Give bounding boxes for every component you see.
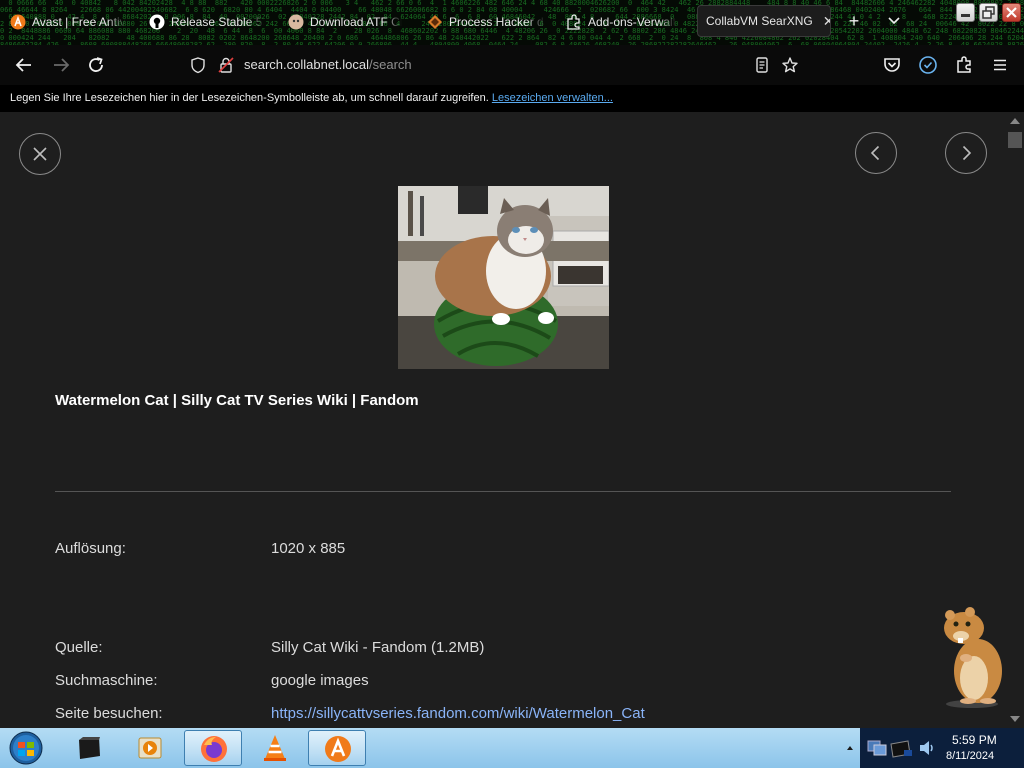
- tab-strip: 0 0666 66 40 0 40842 8 042 84202428 4 8 …: [0, 0, 1024, 45]
- url-text: search.collabnet.local/search: [244, 57, 412, 72]
- result-title[interactable]: Watermelon Cat | Silly Cat TV Series Wik…: [55, 392, 419, 409]
- insecure-lock-icon[interactable]: [217, 56, 235, 74]
- tab-github[interactable]: Release Stable 53: [149, 7, 264, 37]
- back-icon[interactable]: [12, 53, 36, 77]
- bookmark-star-icon[interactable]: [781, 56, 799, 74]
- detail-label-source: Quelle:: [55, 639, 103, 656]
- forward-icon[interactable]: [49, 53, 73, 77]
- system-tray: [860, 728, 1024, 768]
- manage-bookmarks-link[interactable]: Lesezeichen verwalten...: [492, 92, 613, 104]
- window-close-button[interactable]: [1002, 3, 1021, 22]
- reader-view-icon[interactable]: [753, 56, 771, 74]
- process-hacker-icon: [428, 15, 442, 29]
- scroll-up-icon[interactable]: [1010, 118, 1020, 124]
- taskbar-vlc[interactable]: [246, 730, 304, 766]
- taskbar-firefox[interactable]: [184, 730, 242, 766]
- restore-button[interactable]: [979, 3, 998, 22]
- clock-date[interactable]: 8/11/2024: [946, 750, 994, 762]
- tab-avast[interactable]: Avast | Free Antiv: [10, 7, 128, 37]
- tab-label: Download ATF Cl: [310, 15, 403, 29]
- extensions-icon[interactable]: [953, 53, 977, 77]
- result-image[interactable]: [398, 186, 609, 369]
- detail-value-source: Silly Cat Wiki - Fandom (1.2MB): [271, 639, 485, 656]
- taskbar: 5:59 PM 8/11/2024: [0, 728, 1024, 768]
- tab-label: Process Hacker di: [449, 15, 545, 29]
- detail-label-engine: Suchmaschine:: [55, 672, 158, 689]
- bookmarks-message-text: Legen Sie Ihre Lesezeichen hier in der L…: [10, 92, 489, 104]
- shield-icon[interactable]: [189, 56, 207, 74]
- firefox-icon: [201, 736, 227, 762]
- atf-icon: [288, 14, 304, 30]
- close-detail-button[interactable]: [19, 133, 61, 175]
- pocket-icon[interactable]: [880, 53, 904, 77]
- bookmarks-toolbar: Legen Sie Ihre Lesezeichen hier in der L…: [0, 85, 1024, 112]
- tab-process-hacker[interactable]: Process Hacker di: [427, 7, 545, 37]
- vertical-scrollbar[interactable]: [1006, 112, 1024, 728]
- previous-result-button[interactable]: [855, 132, 897, 174]
- reload-icon[interactable]: [84, 53, 108, 77]
- bookmarks-empty-message: Legen Sie Ihre Lesezeichen hier in der L…: [10, 92, 613, 104]
- clock-time[interactable]: 5:59 PM: [952, 733, 997, 747]
- chevron-left-icon: [870, 145, 880, 161]
- avast-icon: [10, 14, 26, 30]
- device-icon[interactable]: [888, 736, 914, 760]
- next-result-button[interactable]: [945, 132, 987, 174]
- url-host: search.collabnet.local: [244, 57, 370, 72]
- hamster-mascot: [944, 607, 1002, 708]
- menu-icon[interactable]: [988, 53, 1012, 77]
- minimize-button[interactable]: [956, 3, 975, 22]
- start-orb-icon[interactable]: [7, 731, 45, 765]
- account-check-icon[interactable]: [916, 53, 940, 77]
- new-tab-icon[interactable]: +: [843, 10, 865, 32]
- detail-value-resolution: 1020 x 885: [271, 540, 346, 557]
- scroll-down-icon[interactable]: [1010, 716, 1020, 722]
- url-path: /search: [369, 57, 412, 72]
- taskbar-terminal[interactable]: [60, 730, 118, 766]
- show-hidden-icons-icon[interactable]: [845, 743, 855, 753]
- tab-close-icon[interactable]: ✕: [823, 13, 830, 30]
- scrollbar-thumb[interactable]: [1008, 132, 1022, 148]
- chevron-right-icon: [962, 145, 972, 161]
- github-icon: [149, 14, 165, 30]
- list-all-tabs-icon[interactable]: [883, 10, 905, 32]
- page-content: Watermelon Cat | Silly Cat TV Series Wik…: [0, 112, 1006, 728]
- avast-taskbar-icon: [325, 736, 351, 762]
- terminal-icon: [79, 737, 100, 759]
- detail-label-visit: Seite besuchen:: [55, 705, 163, 722]
- navigation-toolbar: search.collabnet.local/search: [0, 45, 1024, 85]
- detail-label-resolution: Auflösung:: [55, 540, 126, 557]
- puzzle-icon: [567, 14, 580, 30]
- tab-label: Avast | Free Antiv: [32, 15, 126, 29]
- close-icon: [33, 147, 47, 161]
- visit-page-link[interactable]: https://sillycattvseries.fandom.com/wiki…: [271, 705, 645, 722]
- detail-value-engine: google images: [271, 672, 369, 689]
- network-icon[interactable]: [866, 737, 888, 759]
- taskbar-media-player[interactable]: [121, 730, 179, 766]
- speaker-icon[interactable]: [917, 738, 935, 758]
- url-bar[interactable]: search.collabnet.local/search: [185, 53, 798, 77]
- tab-searxng[interactable]: CollabVM SearXNG ✕: [697, 5, 831, 37]
- divider: [55, 491, 951, 492]
- tab-atf[interactable]: Download ATF Cl: [288, 7, 403, 37]
- tab-addons[interactable]: Add-ons-Verwalt: [566, 7, 684, 37]
- tab-label: CollabVM SearXNG: [706, 14, 813, 28]
- media-player-icon: [138, 737, 162, 759]
- tab-label: Add-ons-Verwalt: [588, 15, 677, 29]
- tab-label: Release Stable 53: [171, 15, 264, 29]
- taskbar-avast[interactable]: [308, 730, 366, 766]
- vlc-icon: [264, 735, 286, 761]
